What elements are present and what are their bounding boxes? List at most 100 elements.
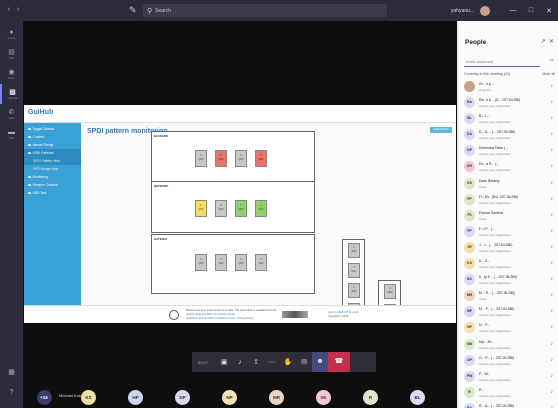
close-icon[interactable]: ✕ [540, 7, 558, 15]
participant-row[interactable]: OP O... P... (... 2S7-IN-SBI) Outside yo… [458, 353, 558, 369]
invite-input[interactable]: Invite someone [464, 56, 540, 67]
pattern-tile[interactable]: 0 (0/0) [255, 254, 267, 271]
participant-row[interactable]: RA Ra...h A... (E... 2S7-IN-SBI) Outside… [458, 95, 558, 111]
participant-row[interactable]: MR M... R... (... 2S7-IN-SBI) Guest ♪ [458, 288, 558, 304]
rail-item-teams[interactable]: ◉ Teams [0, 64, 23, 84]
rail-item-activity[interactable]: ♦ Activity [0, 24, 23, 44]
hang-up-icon[interactable]: ☎ [328, 352, 351, 372]
pattern-tile[interactable]: 0 (0/0) [215, 254, 227, 271]
search-box[interactable]: ⚲ Search [143, 4, 387, 17]
shared-sidebar-item[interactable]: Monitoring [24, 173, 81, 181]
shared-sidebar-item[interactable]: Content [24, 133, 81, 141]
participant-row[interactable]: DP Devendra Patra (... Outside your orga… [458, 143, 558, 159]
microphone-icon[interactable]: ♪ [551, 131, 554, 137]
camera-icon[interactable]: ▣ [216, 358, 232, 366]
participant-row[interactable]: NB Nyl... Br... Outside your organizatio… [458, 337, 558, 353]
participant-row[interactable]: MP M... P... (... 2S7-IN-SBI) Outside yo… [458, 304, 558, 320]
microphone-icon[interactable]: ♪ [551, 244, 554, 250]
user-avatar[interactable] [480, 5, 490, 16]
pattern-tile[interactable]: 0 (0/0) [195, 200, 207, 217]
forward-arrow-icon[interactable]: › [13, 6, 23, 13]
participant-row[interactable]: KK K...ty K... (... 2S7-IN-SBI) Outside … [458, 272, 558, 288]
microphone-icon[interactable]: ♪ [551, 341, 554, 347]
microphone-icon[interactable]: ♪ [551, 147, 554, 153]
pattern-tile[interactable]: 0 (0/0) [195, 254, 207, 271]
pop-out-icon[interactable]: ↗ [541, 39, 546, 45]
meeting-section-header[interactable]: Currently in this meeting (21) [464, 72, 510, 76]
help-icon[interactable]: ? [0, 382, 23, 402]
pattern-tile[interactable]: 0 (0/0) [215, 200, 227, 217]
shared-sidebar-item[interactable]: Toggle Sidebar [24, 125, 81, 133]
shared-sidebar-item[interactable]: Rename Content [24, 181, 81, 189]
participant-tile[interactable]: KS [65, 386, 112, 408]
microphone-icon[interactable]: ♪ [551, 373, 554, 379]
user-name[interactable]: yahyaou... [451, 8, 474, 14]
compose-icon[interactable]: ✎ [129, 5, 139, 15]
column-tile[interactable]: 0 (0/0) [348, 283, 360, 298]
microphone-icon[interactable]: ♪ [551, 276, 554, 282]
rail-item-chat[interactable]: ▤ Chat [0, 44, 23, 64]
participant-row[interactable]: KS K... S... Outside your organization ♪ [458, 256, 558, 272]
apps-icon[interactable]: ▦ [0, 362, 23, 382]
rail-item-files[interactable]: ▬ Files [0, 124, 23, 144]
footer-text-2[interactable]: Guihub 2020 and SBO Connections Portal [186, 313, 235, 316]
column-tile[interactable]: 0 (0/0) [348, 263, 360, 278]
chat-toggle-icon[interactable]: ✉ [296, 358, 312, 366]
participant-tile[interactable]: +16 [23, 386, 65, 408]
microphone-icon[interactable]: ♪ [551, 196, 554, 202]
participant-row[interactable]: JR J... I... (... 2S7-IN-SBI) Outside yo… [458, 240, 558, 256]
rail-item-calendar[interactable]: ▩ Calendar [0, 84, 23, 104]
participant-row[interactable]: DR Dh...a R... (... Outside your organiz… [458, 159, 558, 175]
participant-row[interactable]: BL B... L... Outside your organization ♪ [458, 111, 558, 127]
participant-tile[interactable]: DP [159, 386, 206, 408]
participant-tile[interactable]: R [347, 386, 394, 408]
participant-row[interactable]: DA D... A.... (... 2S7-IN-SBI) Outside y… [458, 127, 558, 143]
participant-row[interactable]: R R... Outside your organization ♪ [458, 385, 558, 401]
participant-tile[interactable]: MR [253, 386, 300, 408]
microphone-icon[interactable]: ♪ [551, 324, 554, 330]
participant-row[interactable]: Gr... k.p... Organizer ♪ [458, 79, 558, 95]
column-tile[interactable]: 0 (0/0) [348, 243, 360, 258]
microphone-icon[interactable]: ♪ [551, 357, 554, 363]
footer-text-4[interactable]: Send to MachCIT by email [328, 311, 359, 314]
refresh-button[interactable]: Refresh Data [430, 127, 452, 133]
shared-sidebar-item[interactable]: SPDI Pattern view [24, 157, 81, 165]
participant-row[interactable]: RA R... A... (... 2S7-IN-SBI) Outside yo… [458, 401, 558, 408]
participant-tile[interactable]: BL [394, 386, 441, 408]
microphone-icon[interactable]: ♪ [551, 212, 554, 218]
share-invite-icon[interactable]: ⇨ [550, 58, 554, 64]
footer-text-3[interactable]: guidelines and use SBO Conditions of Use… [186, 317, 253, 320]
pattern-tile[interactable]: 0 (0/0) [235, 150, 247, 167]
microphone-icon[interactable]: ♪ [551, 260, 554, 266]
rail-item-calls[interactable]: ✆ Calls [0, 104, 23, 124]
pattern-tile[interactable]: 1 (0/1) [255, 200, 267, 217]
more-options-icon[interactable]: ⋯ [264, 358, 280, 366]
microphone-icon[interactable]: ♪ [551, 228, 554, 234]
participant-row[interactable]: FS Francis Sambra Guest ♪ [458, 208, 558, 224]
share-screen-icon[interactable]: ⇧ [248, 358, 264, 366]
participant-row[interactable]: FP F...t P... (... Outside your organiza… [458, 224, 558, 240]
microphone-icon[interactable]: ♪ [551, 180, 554, 186]
pattern-tile[interactable]: 0 (0/0) [195, 150, 207, 167]
raise-hand-icon[interactable]: ✋ [280, 358, 296, 366]
microphone-icon[interactable]: ♪ [551, 99, 554, 105]
participant-row[interactable]: FP Fr...Eh...(Ext. 2S7-IN-SBI) Outside y… [458, 192, 558, 208]
microphone-icon[interactable]: ♪ [551, 389, 554, 395]
pattern-tile[interactable]: 1 (0/1) [255, 150, 267, 167]
microphone-icon[interactable]: ♪ [551, 163, 554, 169]
microphone-icon[interactable]: ♪ [551, 115, 554, 121]
pattern-tile[interactable]: 0 (0/0) [235, 254, 247, 271]
shared-sidebar-item[interactable]: SBO Test [24, 189, 81, 197]
shared-sidebar-item[interactable]: Almost Things [24, 141, 81, 149]
microphone-icon[interactable]: ♪ [551, 292, 554, 298]
pattern-tile[interactable]: 0 (0/0) [215, 150, 227, 167]
shared-screen[interactable]: GuiHub Toggle Sidebar Content Almost Thing… [24, 105, 456, 323]
participant-row[interactable]: PW P... W... Outside your organization ♪ [458, 369, 558, 385]
panel-close-icon[interactable]: ✕ [549, 39, 554, 45]
microphone-icon[interactable]: ♪ [232, 359, 248, 366]
participant-row[interactable]: NP N... P... Outside your organization ♪ [458, 320, 558, 336]
mute-all-link[interactable]: Mute all [542, 72, 555, 76]
shared-sidebar-item[interactable]: SPDI Patterns [24, 149, 81, 157]
participant-tile[interactable]: VK [300, 386, 347, 408]
microphone-icon[interactable]: ♪ [551, 308, 554, 314]
